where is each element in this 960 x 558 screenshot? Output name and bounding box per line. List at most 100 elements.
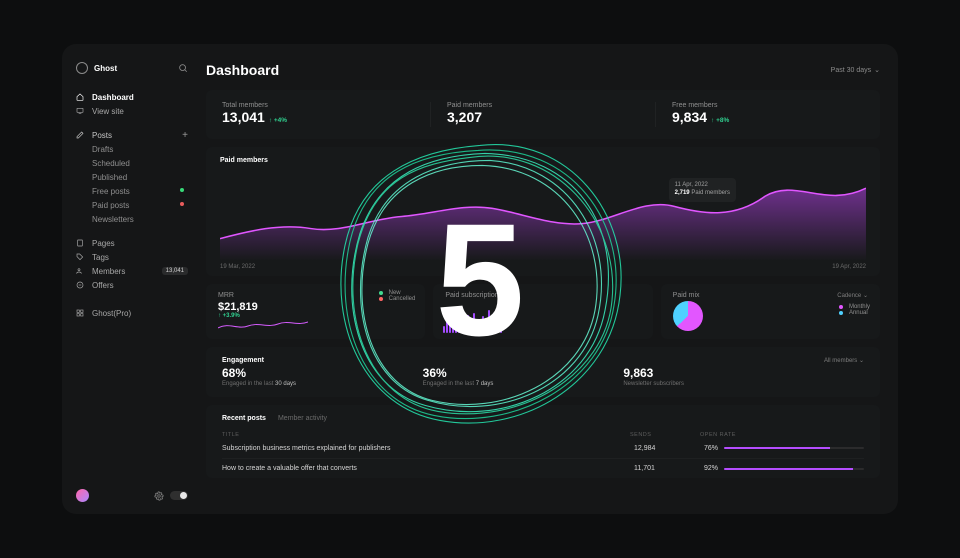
members-count-badge: 13,041 <box>162 267 188 275</box>
col-title: TITLE <box>222 432 630 438</box>
newsletter-subscribers: 9,863 Newsletter subscribers <box>623 357 824 387</box>
paid-mix-select[interactable]: Cadence ⌄ <box>837 292 868 299</box>
app-window: Ghost Dashboard View site Posts + Drafts… <box>62 44 898 514</box>
col-open-rate: OPEN RATE <box>700 432 860 438</box>
nav-label: Dashboard <box>92 93 134 102</box>
cell-sends: 12,984 <box>634 445 704 452</box>
table-row[interactable]: How to create a valuable offer that conv… <box>222 458 864 478</box>
engagement-30d: Engagement 68% Engaged in the last 30 da… <box>222 357 423 387</box>
kpi-value: 3,207 <box>447 109 482 125</box>
x-from: 19 Mar, 2022 <box>220 264 255 270</box>
tooltip-value: 2,719 <box>675 190 690 196</box>
nav-newsletters[interactable]: Newsletters <box>76 212 188 226</box>
range-select[interactable]: Past 30 days ⌄ <box>831 66 880 74</box>
brand[interactable]: Ghost <box>76 62 188 74</box>
nav-published[interactable]: Published <box>76 170 188 184</box>
legend-annual: Annual <box>849 310 868 316</box>
nav-members[interactable]: Members13,041 <box>76 264 188 278</box>
nav-label: Tags <box>92 253 109 262</box>
table-tabs: Recent posts Member activity <box>222 415 864 422</box>
kpi-total-members[interactable]: Total members 13,041+4% <box>206 102 431 127</box>
sidebar: Ghost Dashboard View site Posts + Drafts… <box>62 44 196 514</box>
table-row[interactable]: Subscription business metrics explained … <box>222 438 864 458</box>
pencil-icon <box>76 131 84 139</box>
paid-subscriptions-card[interactable]: Paid subscriptions <box>433 284 652 339</box>
table-body: Subscription business metrics explained … <box>222 438 864 478</box>
add-post-icon[interactable]: + <box>182 130 188 141</box>
mrr-value: $21,819 <box>218 301 413 313</box>
kpi-value: 9,834 <box>672 109 707 125</box>
nav-label: Ghost(Pro) <box>92 309 131 318</box>
kpi-label: Paid members <box>447 102 639 109</box>
brand-logo <box>76 62 88 74</box>
paid-members-chart: Paid members 11 Apr, 2022 2,719 Paid mem… <box>206 147 880 276</box>
engagement-7d: 36% Engaged in the last 7 days <box>423 357 624 387</box>
monitor-icon <box>76 107 84 115</box>
sidebar-footer <box>76 489 188 502</box>
paid-mix-label: Paid mix <box>673 292 700 299</box>
nav-view-site[interactable]: View site <box>76 104 188 118</box>
avatar[interactable] <box>76 489 89 502</box>
home-icon <box>76 93 84 101</box>
status-dot <box>180 202 184 206</box>
brand-name: Ghost <box>94 64 117 73</box>
chart-title: Paid members <box>220 157 866 164</box>
nav-scheduled[interactable]: Scheduled <box>76 156 188 170</box>
mid-metric-row: MRR $21,819 +3.9% New Cancelled Paid sub… <box>206 284 880 339</box>
x-to: 19 Apr, 2022 <box>832 264 866 270</box>
chevron-down-icon: ⌄ <box>874 66 880 74</box>
tag-icon <box>76 253 84 261</box>
nav-drafts[interactable]: Drafts <box>76 142 188 156</box>
chart-area[interactable]: 11 Apr, 2022 2,719 Paid members <box>220 168 866 260</box>
page-icon <box>76 239 84 247</box>
chart-tooltip: 11 Apr, 2022 2,719 Paid members <box>669 178 736 202</box>
paid-mix-legend: Monthly Annual <box>839 304 870 316</box>
main: Dashboard Past 30 days ⌄ Total members 1… <box>196 44 898 514</box>
nav-label: Paid posts <box>92 201 129 210</box>
nav-offers[interactable]: Offers <box>76 278 188 292</box>
tooltip-date: 11 Apr, 2022 <box>675 182 730 190</box>
legend-cancel: Cancelled <box>389 296 416 302</box>
nav-paid-posts[interactable]: Paid posts <box>76 198 188 212</box>
people-icon <box>76 267 84 275</box>
kpi-delta: +8% <box>711 117 729 124</box>
nav-ghost-pro[interactable]: Ghost(Pro) <box>76 306 188 320</box>
tab-recent-posts[interactable]: Recent posts <box>222 415 266 422</box>
theme-toggle[interactable] <box>170 491 188 500</box>
tab-member-activity[interactable]: Member activity <box>278 415 327 422</box>
mrr-sparkline <box>218 316 308 334</box>
page-header: Dashboard Past 30 days ⌄ <box>206 62 880 78</box>
newsletter-value: 9,863 <box>623 366 824 380</box>
paid-mix-card[interactable]: Paid mix Cadence ⌄ Monthly Annual <box>661 284 880 339</box>
nav-pages[interactable]: Pages <box>76 236 188 250</box>
search-icon[interactable] <box>178 63 188 73</box>
nav-label: Free posts <box>92 187 130 196</box>
nav-free-posts[interactable]: Free posts <box>76 184 188 198</box>
eng-7d-value: 36% <box>423 366 624 380</box>
paid-mix-pie <box>673 301 703 331</box>
nav-label: Posts <box>92 131 112 140</box>
mrr-legend: New Cancelled <box>379 290 416 302</box>
chart-x-axis: 19 Mar, 2022 19 Apr, 2022 <box>220 264 866 270</box>
primary-nav: Dashboard View site Posts + Drafts Sched… <box>76 90 188 320</box>
col-sends: SENDS <box>630 432 700 438</box>
engagement-row: Engagement 68% Engaged in the last 30 da… <box>206 347 880 397</box>
kpi-row: Total members 13,041+4% Paid members 3,2… <box>206 90 880 139</box>
kpi-paid-members[interactable]: Paid members 3,207 <box>431 102 656 127</box>
kpi-delta: +4% <box>269 117 287 124</box>
offer-icon <box>76 281 84 289</box>
grid-icon <box>76 309 84 317</box>
gear-icon[interactable] <box>154 491 164 501</box>
cell-open-rate: 76% <box>704 445 864 452</box>
nav-label: Offers <box>92 281 114 290</box>
nav-label: Drafts <box>92 145 113 154</box>
nav-dashboard[interactable]: Dashboard <box>76 90 188 104</box>
cell-title: Subscription business metrics explained … <box>222 445 634 452</box>
kpi-free-members[interactable]: Free members 9,834+8% <box>656 102 880 127</box>
recent-posts-card: Recent posts Member activity TITLE SENDS… <box>206 405 880 478</box>
mrr-card[interactable]: MRR $21,819 +3.9% New Cancelled <box>206 284 425 339</box>
kpi-label: Total members <box>222 102 414 109</box>
nav-tags[interactable]: Tags <box>76 250 188 264</box>
all-members-link[interactable]: All members ⌄ <box>824 357 864 364</box>
nav-posts[interactable]: Posts + <box>76 128 188 142</box>
